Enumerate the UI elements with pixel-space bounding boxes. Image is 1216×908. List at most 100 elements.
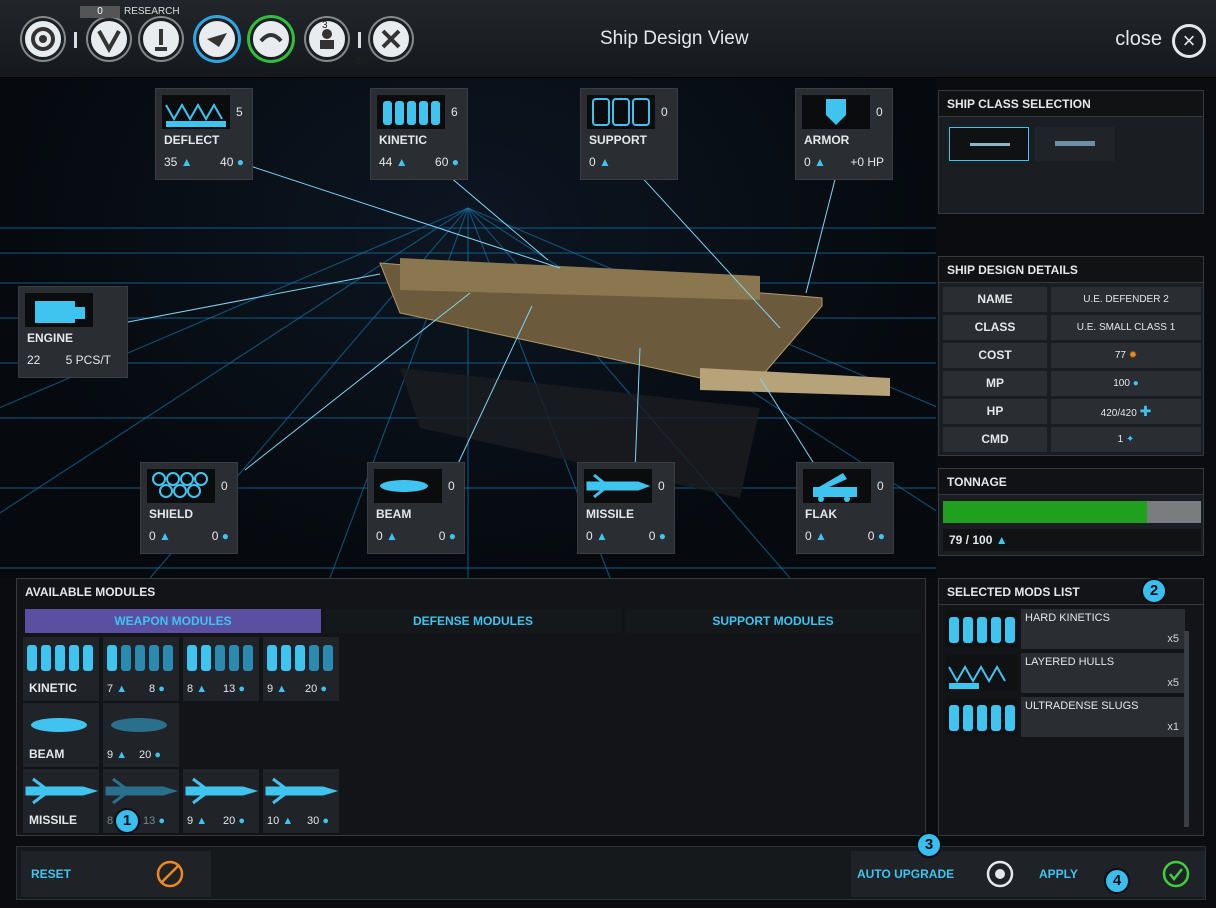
module-kinetic-base[interactable]: KINETIC xyxy=(23,637,99,701)
slot-flak[interactable]: 0 FLAK 0 ▲ 0 ● xyxy=(796,462,894,554)
mp-value: 0 xyxy=(438,529,446,543)
slot-name: KINETIC xyxy=(379,133,427,147)
kinetic-icon xyxy=(267,645,333,671)
detail-key: CMD xyxy=(943,427,1047,452)
detail-value: U.E. DEFENDER 2 xyxy=(1051,287,1201,312)
tonnage-icon: ▲ xyxy=(815,529,827,543)
detail-key: HP xyxy=(943,399,1047,424)
slot-count: 0 xyxy=(661,105,668,119)
mod-name: ULTRADENSE SLUGS xyxy=(1025,700,1139,712)
module-missile-base[interactable]: MISSILE xyxy=(23,769,99,833)
slot-name: BEAM xyxy=(376,507,412,521)
tonnage-readout: 79 / 100 ▲ xyxy=(943,529,1201,551)
detail-value: 77 ✹ xyxy=(1051,343,1201,368)
slot-name: DEFLECT xyxy=(164,133,220,147)
ship-class-panel: SHIP CLASS SELECTION xyxy=(938,90,1204,214)
galaxy-icon[interactable] xyxy=(22,18,64,60)
module-kinetic-1[interactable]: 7 ▲ 8 ● xyxy=(103,637,179,701)
tonnage-value: 0 xyxy=(586,529,593,543)
auto-upgrade-button[interactable]: AUTO UPGRADE xyxy=(851,851,1031,897)
close-label[interactable]: close xyxy=(1115,28,1162,51)
research-icon[interactable] xyxy=(140,18,182,60)
ship-design-screen: 0 RESEARCH 3 50 Ship Design View close × xyxy=(0,0,1216,908)
tab-support-modules[interactable]: SUPPORT MODULES xyxy=(625,609,921,633)
module-label: KINETIC xyxy=(29,681,77,695)
missile-icon xyxy=(584,469,652,503)
mod-name: LAYERED HULLS xyxy=(1025,656,1115,668)
slot-missile[interactable]: 0 MISSILE 0 ▲ 0 ● xyxy=(577,462,675,554)
module-kinetic-3[interactable]: 9 ▲ 20 ● xyxy=(263,637,339,701)
tonnage-icon: ▲ xyxy=(282,815,294,827)
mp-value: 13 xyxy=(223,683,236,695)
slot-count: 0 xyxy=(221,479,228,493)
beam-icon xyxy=(31,718,87,732)
reset-button[interactable]: RESET xyxy=(21,851,211,897)
mp-icon: ● xyxy=(877,529,885,543)
panel-title: AVAILABLE MODULES xyxy=(17,579,925,605)
slot-engine[interactable]: ENGINE 22 5 PCS/T xyxy=(18,286,128,378)
slot-name: MISSILE xyxy=(586,507,635,521)
tab-weapon-modules[interactable]: WEAPON MODULES xyxy=(25,609,321,633)
callout-badge-4: 4 xyxy=(1104,868,1130,894)
module-kinetic-2[interactable]: 8 ▲ 13 ● xyxy=(183,637,259,701)
diplomacy-icon[interactable] xyxy=(250,18,292,60)
kinetic-icon xyxy=(187,645,253,671)
mp-icon: ● xyxy=(238,815,245,827)
slot-armor[interactable]: 0 ARMOR 0 ▲ +0 HP xyxy=(795,88,893,180)
slot-shield[interactable]: 0 SHIELD 0 ▲ 0 ● xyxy=(140,462,238,554)
tonnage-value: 7 xyxy=(107,683,114,695)
reset-label: RESET xyxy=(31,867,72,881)
module-missile-3[interactable]: 10 ▲ 30 ● xyxy=(263,769,339,833)
module-beam-1[interactable]: 9 ▲ 20 ● xyxy=(103,703,179,767)
slot-support[interactable]: 0 SUPPORT 0 ▲ xyxy=(580,88,678,180)
module-beam-base[interactable]: BEAM xyxy=(23,703,99,767)
command-satellite-icon: ✦ xyxy=(1125,434,1135,445)
selected-mod-item[interactable]: HARD KINETICS x5 xyxy=(945,609,1185,649)
selected-mod-item[interactable]: ULTRADENSE SLUGS x1 xyxy=(945,697,1185,737)
missile-icon xyxy=(105,777,179,805)
ship-design-icon[interactable] xyxy=(196,18,238,60)
tonnage-icon: ▲ xyxy=(814,155,826,169)
slot-deflect[interactable]: 5 DEFLECT 35 ▲ 40 ● xyxy=(155,88,253,180)
mp-value: 0 xyxy=(211,529,219,543)
engine-rate: 5 PCS/T xyxy=(65,353,111,367)
ship-viewport: 5 DEFLECT 35 ▲ 40 ● 6 KINETIC 44 ▲ 60 ● … xyxy=(0,78,936,578)
scrollbar[interactable] xyxy=(1184,631,1189,827)
mp-value: 20 xyxy=(223,815,236,827)
tab-defense-modules[interactable]: DEFENSE MODULES xyxy=(325,609,621,633)
ship-class-option[interactable] xyxy=(1035,127,1115,161)
tonnage-value: 10 xyxy=(267,815,280,827)
tonnage-value: 0 xyxy=(589,155,596,169)
close-control[interactable]: close × xyxy=(1086,24,1206,58)
tonnage-value: 8 xyxy=(107,815,114,827)
mp-value: 100 xyxy=(1113,378,1130,389)
module-missile-2[interactable]: 9 ▲ 20 ● xyxy=(183,769,259,833)
mp-value: 8 xyxy=(149,683,156,695)
tonnage-value: 79 / 100 xyxy=(949,533,993,547)
slot-beam[interactable]: 0 BEAM 0 ▲ 0 ● xyxy=(367,462,465,554)
detail-row-cost: COST 77 ✹ xyxy=(943,343,1201,368)
slot-kinetic[interactable]: 6 KINETIC 44 ▲ 60 ● xyxy=(370,88,468,180)
fleet-icon[interactable] xyxy=(88,18,130,60)
tonnage-value: 35 xyxy=(164,155,178,169)
ship-class-option-selected[interactable] xyxy=(949,127,1029,161)
tonnage-value: 9 xyxy=(267,683,274,695)
detail-key: CLASS xyxy=(943,315,1047,340)
tonnage-value: 9 xyxy=(187,815,194,827)
selected-mods-panel: SELECTED MODS LIST HARD KINETICS x5 LAYER… xyxy=(938,578,1204,836)
beam-icon xyxy=(374,469,442,503)
engine-icon xyxy=(25,293,93,327)
close-icon[interactable]: × xyxy=(1172,24,1206,58)
research-count: 0 xyxy=(80,6,120,18)
tonnage-icon: ▲ xyxy=(116,683,128,695)
selected-mod-item[interactable]: LAYERED HULLS x5 xyxy=(945,653,1185,693)
mp-icon: ● xyxy=(320,683,327,695)
slot-count: 0 xyxy=(876,105,883,119)
slot-count: 0 xyxy=(877,479,884,493)
slot-name: ARMOR xyxy=(804,133,850,147)
tonnage-icon: ▲ xyxy=(995,533,1008,547)
hp-value: 420/420 xyxy=(1100,408,1137,419)
settings-tools-icon[interactable] xyxy=(370,18,412,60)
detail-key: MP xyxy=(943,371,1047,396)
auto-upgrade-label: AUTO UPGRADE xyxy=(857,867,955,881)
